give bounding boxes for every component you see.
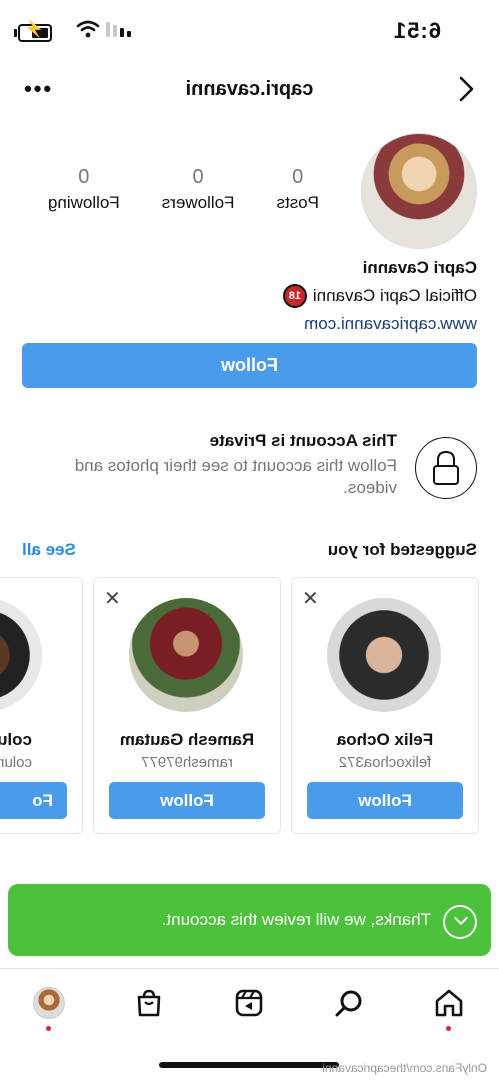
suggestion-name: colun <box>0 730 32 749</box>
profile-tab-avatar[interactable] <box>29 983 69 1031</box>
stat-label: Following <box>47 193 120 212</box>
bio-text: Official Capri Cavanni <box>312 286 477 305</box>
header-username: capri.cavanni <box>185 78 314 100</box>
profile-bio: Capri Cavanni Official Capri Cavanni 18 … <box>282 258 477 334</box>
lock-icon <box>415 437 477 499</box>
profile-stats: 0 Posts 0 Followers 0 Following <box>48 166 319 213</box>
watermark-text: OnlyFans.com/thecapricavanni <box>322 1061 487 1075</box>
suggestion-handle: felixochoa372 <box>338 754 432 771</box>
status-bar: 6:51 ⚡ <box>0 0 499 60</box>
stat-value: 0 <box>78 166 90 188</box>
private-account-notice: This Account is Private Follow this acco… <box>22 425 477 505</box>
suggestions-header: Suggested for you See all <box>22 540 477 564</box>
bio-line: Official Capri Cavanni 18 <box>282 284 477 308</box>
suggestions-title: Suggested for you <box>327 540 477 559</box>
website-link[interactable]: www.capricavanni.com <box>283 314 477 334</box>
wifi-icon <box>76 20 100 38</box>
suggestion-card[interactable]: ✕ Ramesh Gautam ramesh97977 Follow <box>93 577 281 834</box>
notification-dot <box>46 1026 51 1031</box>
profile-avatar[interactable] <box>361 133 477 249</box>
private-text: Follow this account to see their photos … <box>74 456 397 497</box>
suggestion-cards: ✕ Felix Ochoa felixochoa372 Follow ✕ Ram… <box>0 577 479 834</box>
stat-posts[interactable]: 0 Posts <box>276 166 319 213</box>
toast-message: Thanks, we will review this account. <box>161 910 431 929</box>
close-icon[interactable]: ✕ <box>104 586 121 611</box>
reels-icon[interactable] <box>229 983 269 1023</box>
close-icon[interactable]: ✕ <box>302 586 319 611</box>
suggestion-handle: colun <box>0 754 32 771</box>
display-name: Capri Cavanni <box>362 258 477 277</box>
profile-header: capri.cavanni ••• <box>0 70 499 110</box>
private-title: This Account is Private <box>209 431 397 450</box>
battery-icon: ⚡ <box>18 21 52 42</box>
stat-following[interactable]: 0 Following <box>48 166 120 213</box>
suggestion-card[interactable]: ✕ Felix Ochoa felixochoa372 Follow <box>291 577 479 834</box>
suggestion-avatar[interactable] <box>327 598 441 712</box>
stat-followers[interactable]: 0 Followers <box>162 166 235 213</box>
home-icon[interactable] <box>429 983 469 1031</box>
review-toast: Thanks, we will review this account. <box>8 884 491 956</box>
stat-value: 0 <box>292 166 304 188</box>
see-all-link[interactable]: See all <box>22 540 76 560</box>
ellipsis-icon[interactable]: ••• <box>22 76 51 102</box>
search-icon[interactable] <box>329 983 369 1023</box>
stat-value: 0 <box>192 166 204 188</box>
mirrored-screen: 6:51 ⚡ capri.cavanni ••• 0 Posts 0 Follo… <box>0 0 499 1080</box>
follow-button[interactable]: Follow <box>22 343 477 388</box>
shop-icon[interactable] <box>129 983 169 1023</box>
suggestion-follow-button[interactable]: Fo <box>0 782 67 819</box>
check-circle-icon <box>443 905 477 939</box>
bottom-tab-bar <box>0 968 499 1039</box>
suggestion-handle: ramesh97977 <box>141 754 233 771</box>
suggestion-avatar[interactable] <box>129 598 243 712</box>
suggestion-follow-button[interactable]: Follow <box>109 782 265 819</box>
suggestion-name: Felix Ochoa <box>336 730 434 749</box>
suggestion-card[interactable]: colun colun Fo <box>0 577 83 834</box>
home-indicator[interactable] <box>159 1062 339 1068</box>
suggestion-follow-button[interactable]: Follow <box>307 782 463 819</box>
age-18-badge-icon: 18 <box>282 284 307 308</box>
suggestion-name: Ramesh Gautam <box>119 730 255 749</box>
stat-label: Followers <box>161 193 235 212</box>
notification-dot <box>446 1026 451 1031</box>
suggestion-avatar[interactable] <box>0 598 42 712</box>
status-time: 6:51 <box>392 18 441 43</box>
cellular-signal-icon <box>106 22 131 37</box>
stat-label: Posts <box>276 193 319 212</box>
